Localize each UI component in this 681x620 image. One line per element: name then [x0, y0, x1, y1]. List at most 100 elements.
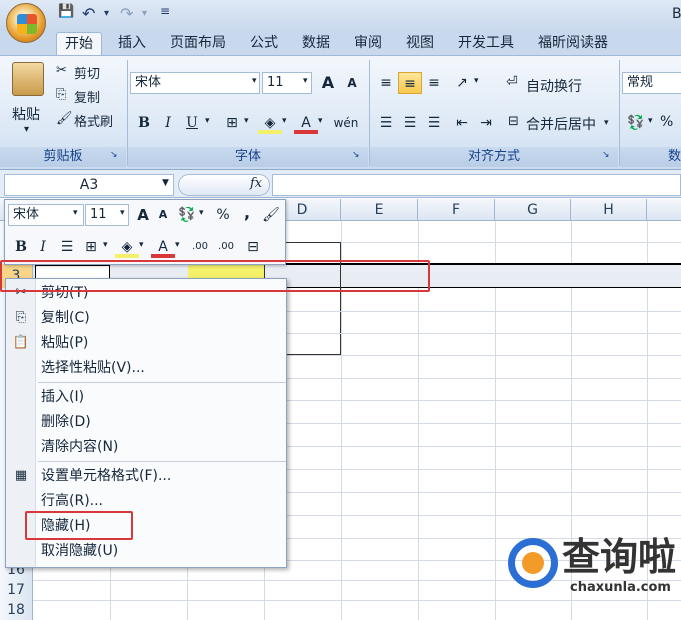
tab-foxit-reader[interactable]: 福昕阅读器: [530, 32, 616, 56]
percent-button[interactable]: %: [660, 114, 673, 130]
font-color-dropdown-icon[interactable]: ▾: [318, 116, 323, 126]
row-header-17[interactable]: 17: [0, 580, 33, 600]
orientation-icon[interactable]: ↗: [450, 72, 474, 94]
tab-data[interactable]: 数据: [294, 32, 338, 56]
merge-center-button[interactable]: 合并后居中: [526, 114, 596, 134]
mini-decrease-decimal-button[interactable]: .00: [213, 236, 239, 258]
menu-item-clear-contents[interactable]: 清除内容(N): [41, 435, 118, 459]
formula-input[interactable]: [272, 174, 681, 196]
tab-view[interactable]: 视图: [398, 32, 442, 56]
dialog-launcher-icon[interactable]: ↘: [602, 150, 610, 160]
bold-button[interactable]: B: [132, 112, 156, 134]
name-box[interactable]: A3: [4, 174, 174, 196]
underline-button[interactable]: U: [180, 112, 204, 134]
decrease-indent-icon[interactable]: ⇤: [450, 112, 474, 134]
number-format-box[interactable]: 常规: [622, 72, 681, 94]
paste-icon: 📋: [12, 335, 30, 350]
font-name-dropdown-icon[interactable]: ▾: [252, 76, 257, 86]
name-box-dropdown-icon[interactable]: ▼: [162, 178, 169, 188]
mini-font-name-dropdown-icon[interactable]: ▾: [73, 208, 78, 218]
mini-shrink-font-button[interactable]: A: [151, 204, 175, 226]
column-header-f[interactable]: F: [418, 199, 495, 221]
shrink-font-button[interactable]: A: [340, 72, 364, 94]
menu-item-unhide[interactable]: 取消隐藏(U): [41, 539, 118, 563]
dialog-launcher-icon[interactable]: ↘: [110, 150, 118, 160]
font-size-dropdown-icon[interactable]: ▾: [303, 76, 308, 86]
menu-item-paste-special[interactable]: 选择性粘贴(V)...: [41, 356, 145, 380]
mini-borders-dropdown-icon[interactable]: ▾: [103, 240, 108, 250]
undo-dropdown-icon[interactable]: ▾: [104, 8, 109, 28]
mini-fill-dropdown-icon[interactable]: ▾: [139, 240, 144, 250]
tab-page-layout[interactable]: 页面布局: [162, 32, 234, 56]
wrap-text-button[interactable]: 自动换行: [526, 76, 582, 96]
underline-dropdown-icon[interactable]: ▾: [205, 116, 210, 126]
redo-icon[interactable]: ↷: [120, 4, 133, 24]
menu-separator: [38, 461, 286, 462]
merge-dropdown-icon[interactable]: ▾: [604, 118, 609, 128]
column-header-e[interactable]: E: [341, 199, 418, 221]
paste-icon[interactable]: [12, 62, 44, 96]
fill-color-icon[interactable]: ◈: [258, 112, 282, 134]
undo-icon[interactable]: ↶: [82, 4, 95, 24]
italic-button[interactable]: I: [156, 112, 180, 134]
fill-color-dropdown-icon[interactable]: ▾: [282, 116, 287, 126]
copy-button[interactable]: 复制: [74, 87, 100, 106]
menu-item-format-cells[interactable]: 设置单元格格式(F)...: [41, 464, 171, 488]
mini-font-size-dropdown-icon[interactable]: ▾: [120, 208, 125, 218]
office-button[interactable]: [6, 3, 46, 43]
mini-align-center-icon[interactable]: ☰: [55, 236, 79, 258]
menu-item-delete[interactable]: 删除(D): [41, 410, 91, 434]
dialog-launcher-icon[interactable]: ↘: [352, 150, 360, 160]
borders-icon[interactable]: ⊞: [220, 112, 244, 134]
align-left-icon[interactable]: ☰: [374, 112, 398, 134]
mini-accounting-format-icon[interactable]: 💱: [175, 204, 199, 226]
grow-font-button[interactable]: A: [316, 72, 340, 94]
menu-item-insert[interactable]: 插入(I): [41, 385, 84, 409]
mini-italic-button[interactable]: I: [31, 236, 55, 258]
tab-developer[interactable]: 开发工具: [450, 32, 522, 56]
font-name-box[interactable]: 宋体: [130, 72, 260, 94]
column-header-g[interactable]: G: [495, 199, 571, 221]
orientation-dropdown-icon[interactable]: ▾: [474, 76, 479, 86]
mini-percent-button[interactable]: %: [211, 204, 235, 226]
tab-review[interactable]: 审阅: [346, 32, 390, 56]
column-header-h[interactable]: H: [571, 199, 647, 221]
paste-dropdown-icon[interactable]: ▾: [24, 124, 29, 135]
borders-dropdown-icon[interactable]: ▾: [244, 116, 249, 126]
accounting-dropdown-icon[interactable]: ▾: [648, 116, 653, 126]
mini-merge-icon[interactable]: ⊟: [241, 236, 265, 258]
mini-comma-button[interactable]: ,: [235, 202, 259, 224]
menu-item-paste[interactable]: 粘贴(P): [41, 331, 88, 355]
save-icon[interactable]: 💾: [58, 4, 74, 24]
tab-insert[interactable]: 插入: [110, 32, 154, 56]
customize-qat-icon[interactable]: ≡: [160, 4, 170, 24]
mini-accounting-dropdown-icon[interactable]: ▾: [199, 208, 204, 218]
align-top-icon[interactable]: ≡: [374, 72, 398, 94]
row-header-18[interactable]: 18: [0, 600, 33, 620]
redo-dropdown-icon[interactable]: ▾: [142, 8, 147, 28]
menu-item-row-height[interactable]: 行高(R)...: [41, 489, 103, 513]
menu-item-copy[interactable]: 复制(C): [41, 306, 90, 330]
paste-button[interactable]: 粘贴: [12, 104, 40, 124]
align-middle-icon[interactable]: ≡: [398, 72, 422, 94]
mini-format-painter-icon[interactable]: 🖌: [259, 204, 283, 226]
format-painter-button[interactable]: 格式刷: [74, 111, 113, 130]
mini-font-color-icon[interactable]: A: [151, 236, 175, 258]
increase-indent-icon[interactable]: ⇥: [474, 112, 498, 134]
accounting-format-icon[interactable]: 💱: [624, 112, 648, 134]
tab-home[interactable]: 开始: [56, 32, 102, 56]
mini-fill-color-icon[interactable]: ◈: [115, 236, 139, 258]
watermark: 查询啦 chaxunla.com: [500, 530, 681, 610]
phonetic-guide-button[interactable]: wén: [330, 112, 362, 134]
mini-bold-button[interactable]: B: [9, 236, 33, 258]
tab-formulas[interactable]: 公式: [242, 32, 286, 56]
mini-increase-decimal-button[interactable]: .00: [187, 236, 213, 258]
align-center-icon[interactable]: ☰: [398, 112, 422, 134]
mini-font-color-dropdown-icon[interactable]: ▾: [175, 240, 180, 250]
align-right-icon[interactable]: ☰: [422, 112, 446, 134]
mini-borders-icon[interactable]: ⊞: [79, 236, 103, 258]
font-color-icon[interactable]: A: [294, 112, 318, 134]
align-bottom-icon[interactable]: ≡: [422, 72, 446, 94]
cut-button[interactable]: 剪切: [74, 63, 100, 82]
insert-function-button[interactable]: fx: [250, 176, 262, 191]
